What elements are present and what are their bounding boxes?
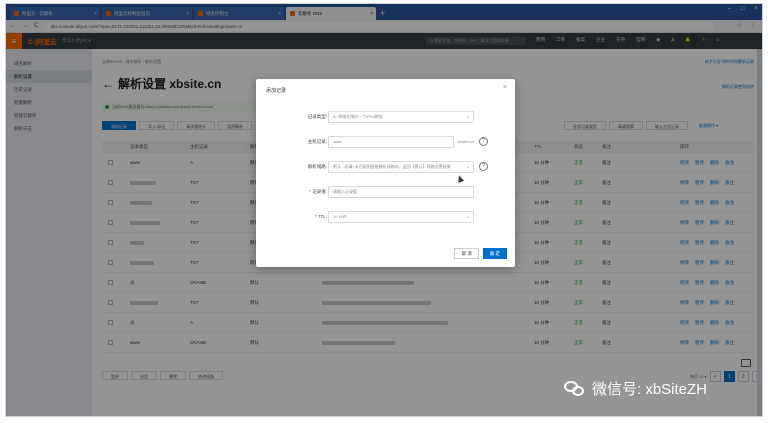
host-label: 主机记录: (307, 139, 327, 144)
dialog-footer: 取 消 确 定 (454, 248, 507, 259)
line-value: 默认 - 必填! 未匹配到智能解析线路时，返回【默认】线路设置结果 (333, 164, 451, 169)
form-row-ttl: * TTL: 10 分钟 ⌄ (256, 211, 515, 223)
value-label: * 记录值: (309, 189, 327, 194)
dialog-title: 添加记录 (266, 88, 287, 94)
form-row-host: 主机记录: www .xbsite.cn ? (256, 136, 515, 148)
chevron-down-icon: ⌄ (465, 164, 470, 170)
value-input[interactable]: 请输入记录值 (328, 186, 474, 198)
domain-suffix: .xbsite.cn (457, 139, 474, 144)
help-icon[interactable]: ? (479, 137, 488, 146)
record-type-value: A- 将域名指向一个IPV4地址 (333, 114, 383, 119)
browser-window: 阿里云 - 云解析 × 阿里云控制台首页 × 域名控制台 × 云解析 DNS × + –… (5, 3, 763, 417)
wechat-icon (564, 380, 586, 397)
add-record-dialog: 添加记录 × 记录类型: A- 将域名指向一个IPV4地址 ⌄ 主机记录: www… (256, 79, 515, 267)
record-type-label: 记录类型: (307, 114, 327, 119)
chevron-down-icon: ⌄ (465, 114, 470, 120)
form-row-record-type: 记录类型: A- 将域名指向一个IPV4地址 ⌄ (256, 111, 515, 123)
host-input[interactable]: www (328, 136, 454, 148)
watermark-text: 微信号: xbSiteZH (592, 381, 708, 398)
help-icon[interactable]: ? (479, 162, 488, 171)
record-type-select[interactable]: A- 将域名指向一个IPV4地址 ⌄ (328, 111, 474, 123)
watermark: 微信号: xbSiteZH (564, 378, 707, 399)
form-row-line: 解析线路: 默认 - 必填! 未匹配到智能解析线路时，返回【默认】线路设置结果 ⌄… (256, 161, 515, 173)
chevron-down-icon: ⌄ (465, 214, 470, 220)
close-icon[interactable]: × (503, 84, 507, 91)
confirm-button[interactable]: 确 定 (482, 248, 507, 259)
ttl-value: 10 分钟 (333, 214, 347, 219)
ttl-select[interactable]: 10 分钟 ⌄ (328, 211, 474, 223)
line-label: 解析线路: (307, 164, 327, 169)
cancel-button[interactable]: 取 消 (454, 248, 479, 259)
form-row-value: * 记录值: 请输入记录值 (256, 186, 515, 198)
ttl-label: * TTL: (314, 214, 327, 219)
line-select[interactable]: 默认 - 必填! 未匹配到智能解析线路时，返回【默认】线路设置结果 ⌄ (328, 161, 474, 173)
